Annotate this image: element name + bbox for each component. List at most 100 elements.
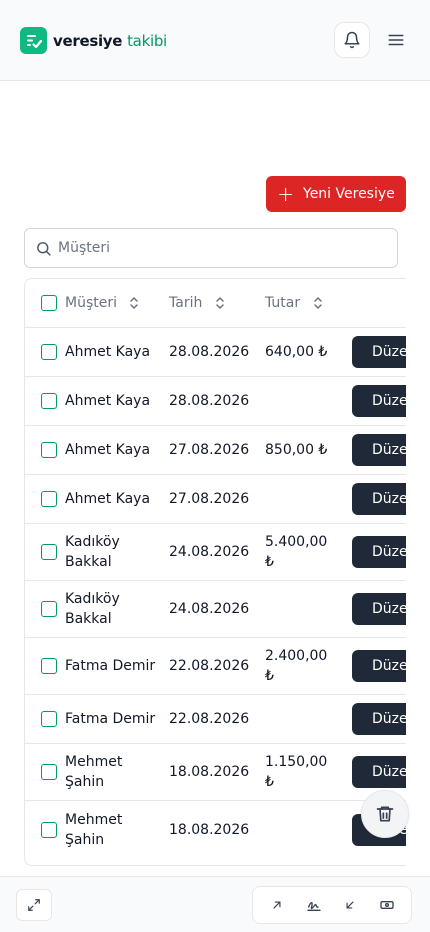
- row-date: 27.08.2026: [169, 491, 250, 507]
- column-header-date[interactable]: Tarih: [169, 295, 225, 311]
- edit-button[interactable]: Düzenle: [352, 483, 406, 515]
- hamburger-menu-icon: [388, 34, 404, 46]
- row-checkbox[interactable]: [41, 821, 57, 838]
- row-customer: Mehmet Şahin: [65, 811, 123, 848]
- row-date: 22.08.2026: [169, 658, 250, 674]
- column-header-customer-label: Müşteri: [65, 295, 117, 311]
- search-box: [24, 228, 398, 268]
- edit-button[interactable]: Düzenle: [352, 593, 406, 625]
- table-row[interactable]: Fatma Demir 22.08.2026 2.400,00 ₺ Düzenle: [25, 638, 406, 695]
- sort-icon: [313, 297, 322, 309]
- edit-button[interactable]: Düzenle: [352, 434, 406, 466]
- edit-button[interactable]: Düzenle: [352, 650, 406, 682]
- logo-text: veresiye takibi: [53, 32, 167, 50]
- expand-button[interactable]: [16, 889, 52, 921]
- row-checkbox[interactable]: [41, 393, 57, 409]
- select-all-checkbox[interactable]: [41, 295, 57, 311]
- edit-button-label: Düzenle: [372, 601, 406, 617]
- table-row[interactable]: Kadıköy Bakkal 24.08.2026 5.400,00 ₺ Düzenl…: [25, 524, 406, 581]
- row-date: 18.08.2026: [169, 821, 250, 838]
- menu-button[interactable]: [380, 22, 412, 58]
- column-header-date-label: Tarih: [169, 295, 203, 311]
- row-customer: Kadıköy Bakkal: [65, 534, 120, 570]
- table-row[interactable]: Ahmet Kaya 28.08.2026 640,00 ₺ Düzenle: [25, 328, 406, 377]
- arrow-down-left-button[interactable]: [335, 890, 365, 920]
- column-header-amount-label: Tutar: [265, 295, 301, 311]
- bell-icon: [344, 31, 360, 49]
- sort-icon: [130, 297, 139, 309]
- sort-icon: [216, 297, 224, 309]
- row-customer: Kadıköy Bakkal: [65, 591, 120, 627]
- logo-text-bold: veresiye: [53, 31, 123, 50]
- tool-group: [252, 886, 412, 924]
- row-amount: 1.150,00 ₺: [265, 754, 328, 790]
- cash-icon: [380, 901, 394, 909]
- table-header: Müşteri Tarih Tutar: [25, 279, 406, 328]
- row-date: 18.08.2026: [169, 764, 250, 780]
- signature-button[interactable]: [299, 890, 329, 920]
- row-amount: 640,00 ₺: [265, 344, 328, 360]
- arrow-up-right-icon: [273, 901, 281, 909]
- edit-button-label: Düzenle: [372, 544, 406, 560]
- notifications-button[interactable]: [334, 22, 370, 58]
- trash-icon: [376, 806, 394, 822]
- row-date: 28.08.2026: [169, 344, 250, 360]
- row-date: 24.08.2026: [169, 544, 250, 560]
- row-checkbox[interactable]: [41, 764, 57, 780]
- search-input[interactable]: [58, 240, 358, 256]
- credits-table: Müşteri Tarih Tutar Ahmet Kaya 28.08.2026…: [24, 278, 406, 866]
- row-checkbox[interactable]: [41, 544, 57, 560]
- row-checkbox[interactable]: [41, 491, 57, 507]
- edit-button-label: Düzenle: [372, 764, 406, 780]
- table-row[interactable]: Mehmet Şahin18.08.2026Düzenle: [25, 801, 406, 858]
- arrow-down-left-icon: [346, 901, 354, 909]
- row-checkbox[interactable]: [41, 442, 57, 458]
- logo-mark-icon: [20, 27, 47, 54]
- edit-button-label: Düzenle: [372, 393, 406, 409]
- row-checkbox[interactable]: [41, 601, 57, 617]
- cash-button[interactable]: [372, 890, 402, 920]
- column-header-amount[interactable]: Tutar: [265, 293, 355, 313]
- row-customer: Ahmet Kaya: [65, 491, 151, 507]
- column-header-customer[interactable]: Müşteri: [65, 293, 161, 313]
- row-customer: Ahmet Kaya: [65, 393, 151, 409]
- row-amount: 2.400,00 ₺: [265, 648, 328, 684]
- logo-text-light: takibi: [127, 31, 167, 50]
- row-checkbox[interactable]: [41, 658, 57, 674]
- table-body: Ahmet Kaya28.08.2026640,00 ₺DüzenleAhmet…: [25, 328, 406, 858]
- edit-button[interactable]: Düzenle: [352, 536, 406, 568]
- edit-button-label: Düzenle: [372, 491, 406, 507]
- app-header: veresiye takibi: [0, 0, 430, 81]
- edit-button[interactable]: Düzenle: [352, 336, 406, 368]
- new-credit-button[interactable]: + Yeni Veresiye: [266, 176, 406, 212]
- plus-icon: +: [277, 182, 294, 206]
- row-customer: Ahmet Kaya: [65, 442, 151, 458]
- row-date: 28.08.2026: [169, 393, 250, 409]
- edit-button[interactable]: Düzenle: [352, 703, 406, 735]
- table-row[interactable]: Fatma Demir 22.08.2026 Düzenle: [25, 695, 406, 744]
- edit-button[interactable]: Düzenle: [352, 756, 406, 788]
- app-logo[interactable]: veresiye takibi: [20, 27, 167, 54]
- table-row[interactable]: Ahmet Kaya 28.08.2026 Düzenle: [25, 377, 406, 426]
- row-checkbox[interactable]: [41, 344, 57, 360]
- row-customer: Mehmet Şahin: [65, 754, 123, 790]
- row-customer: Fatma Demir: [65, 658, 156, 674]
- table-row[interactable]: Ahmet Kaya 27.08.2026 850,00 ₺ Düzenle: [25, 426, 406, 475]
- row-amount: 5.400,00 ₺: [265, 534, 328, 570]
- table-row[interactable]: Mehmet Şahin 18.08.2026 1.150,00 ₺ Düzenle: [25, 744, 406, 801]
- edit-button-label: Düzenle: [372, 658, 406, 674]
- row-date: 24.08.2026: [169, 601, 250, 617]
- expand-icon: [28, 899, 40, 911]
- row-amount: 850,00 ₺: [265, 442, 328, 458]
- row-date: 22.08.2026: [169, 711, 250, 727]
- table-row[interactable]: Kadıköy Bakkal 24.08.2026 Düzenle: [25, 581, 406, 638]
- search-icon: [37, 241, 51, 256]
- row-checkbox[interactable]: [41, 711, 57, 727]
- table-row[interactable]: Ahmet Kaya 27.08.2026 Düzenle: [25, 475, 406, 524]
- delete-button[interactable]: [361, 790, 409, 838]
- edit-button[interactable]: Düzenle: [352, 385, 406, 417]
- arrow-up-right-button[interactable]: [262, 890, 292, 920]
- edit-button-label: Düzenle: [372, 344, 406, 360]
- edit-button-label: Düzenle: [372, 711, 406, 727]
- row-customer: Ahmet Kaya: [65, 344, 151, 360]
